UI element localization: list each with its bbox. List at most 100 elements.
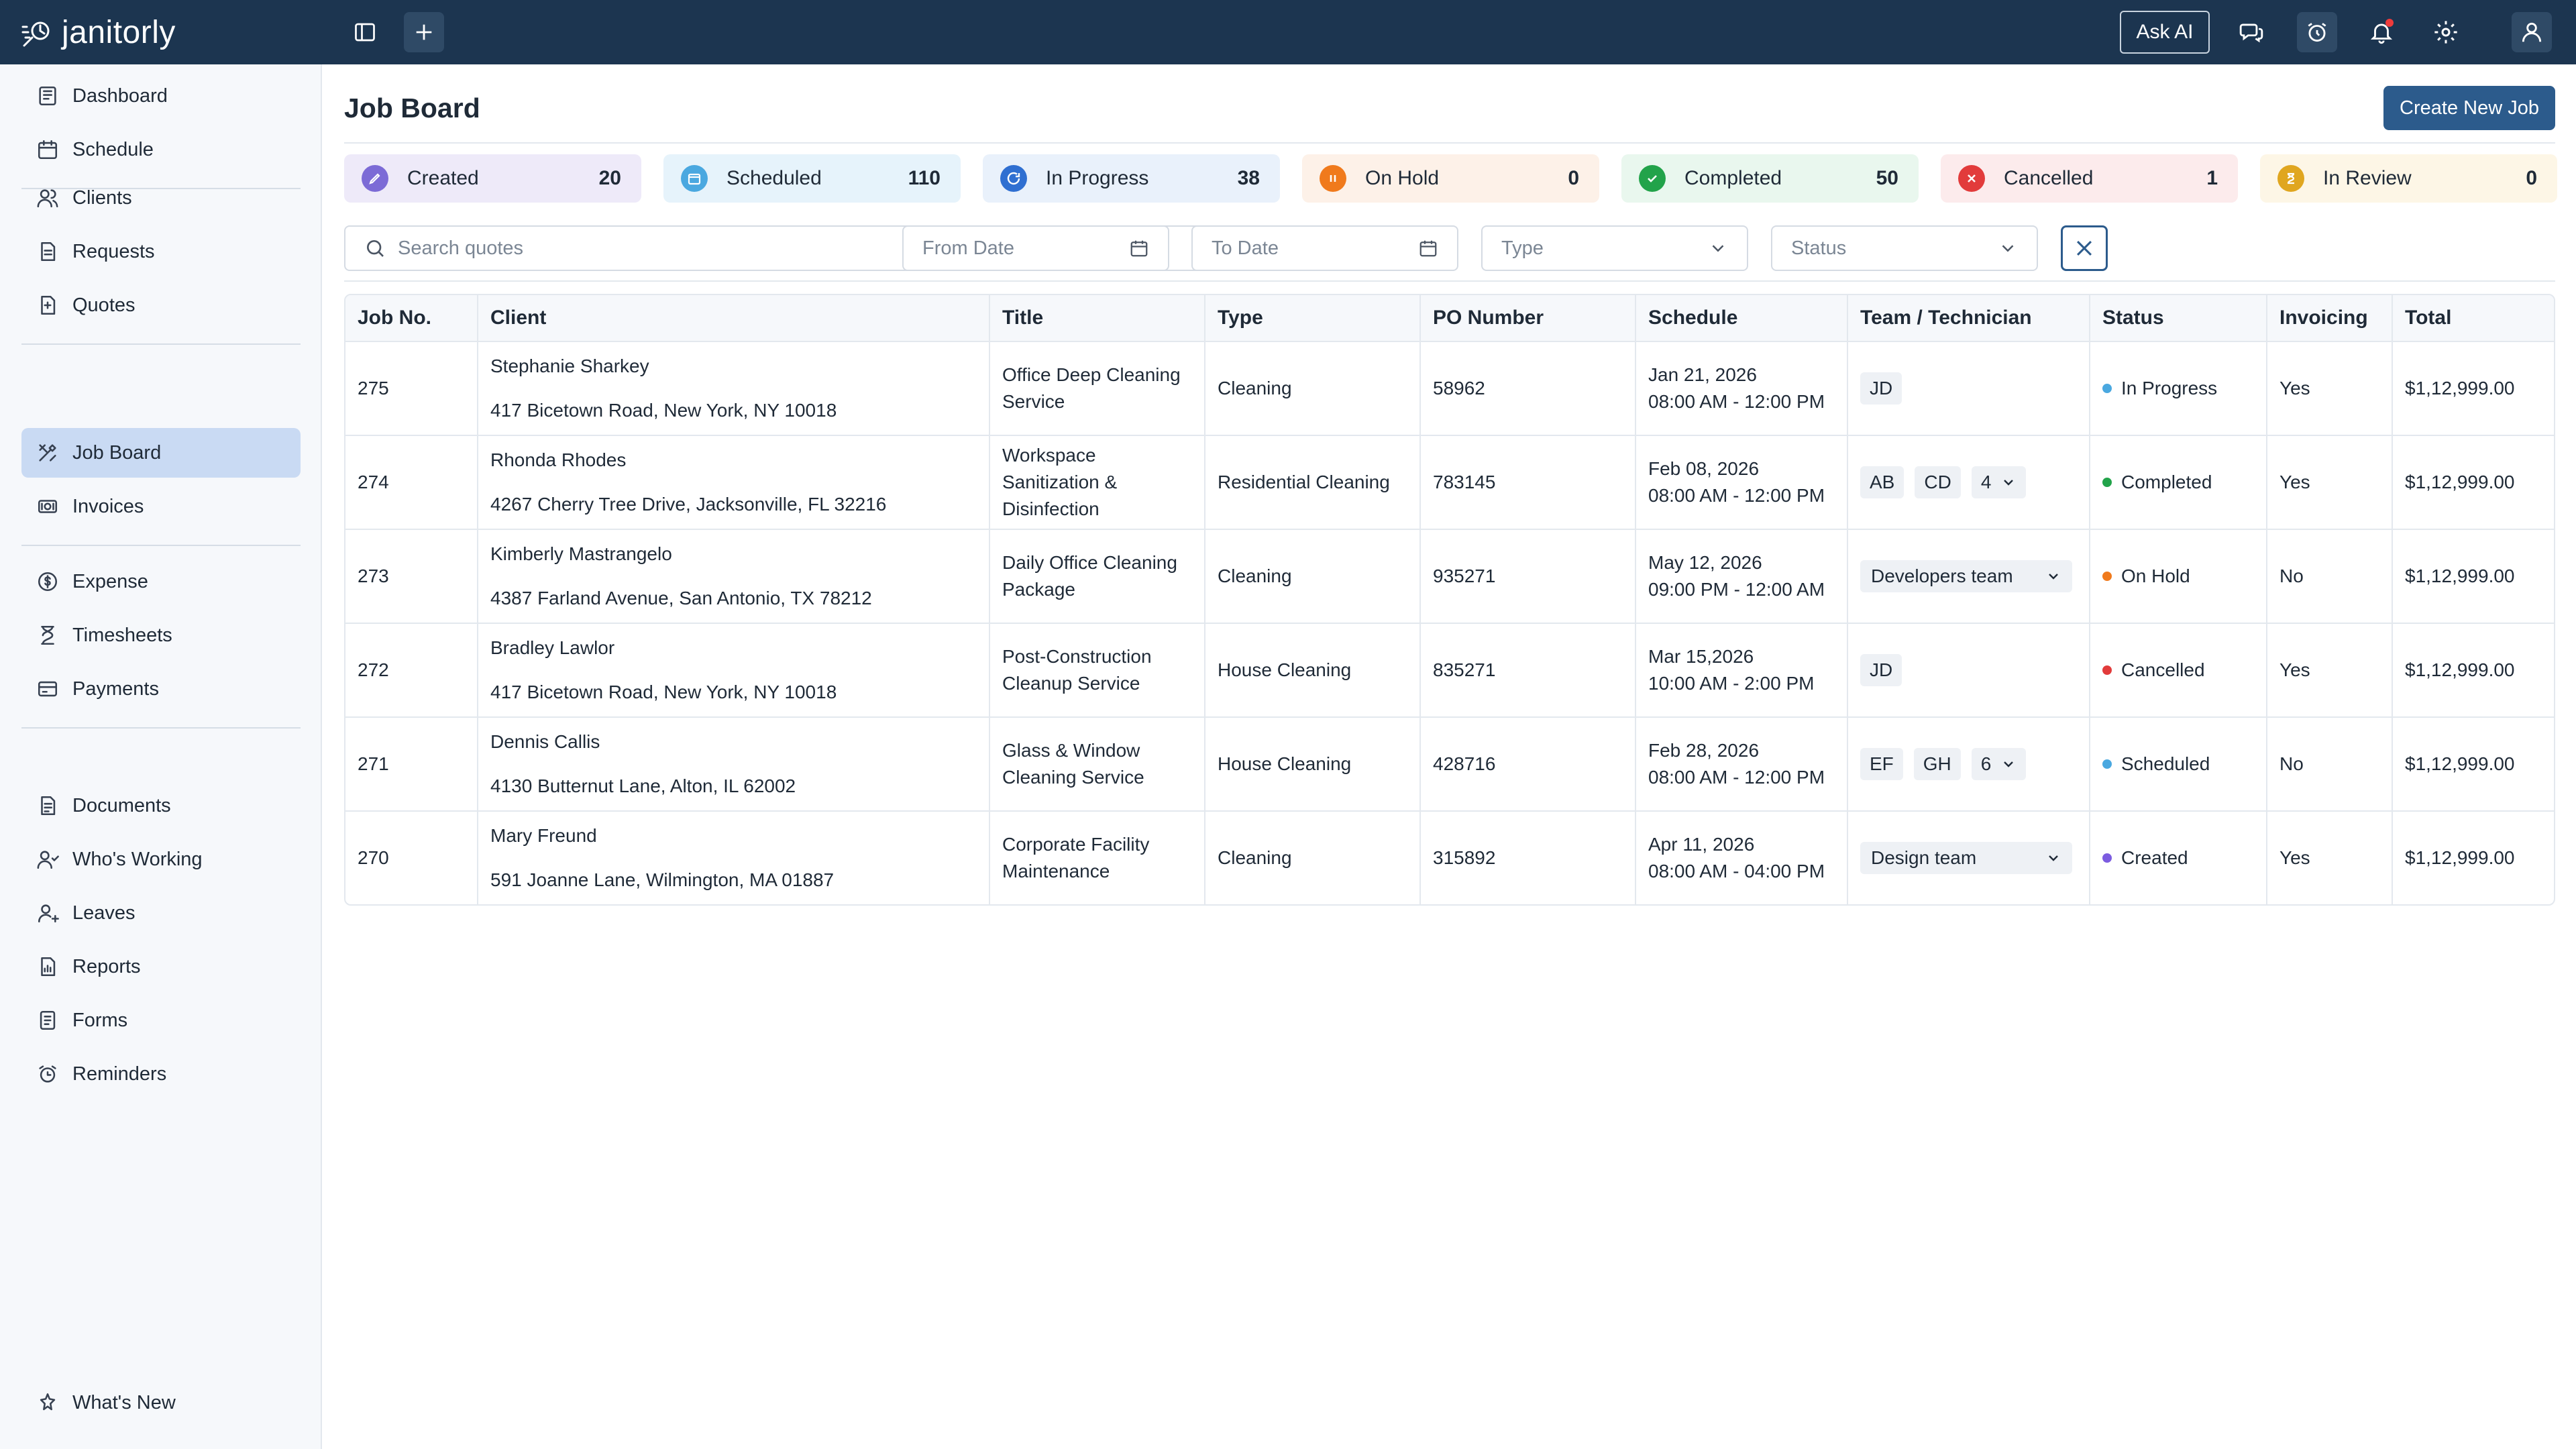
total-amount: $1,12,999.00 (2405, 378, 2515, 398)
invoicing-value: Yes (2279, 659, 2310, 680)
sidebar-item-dashboard[interactable]: Dashboard (21, 71, 301, 121)
sidebar-item-reminders[interactable]: Reminders (21, 1049, 301, 1099)
stat-card-on-hold[interactable]: On Hold 0 (1302, 154, 1599, 203)
team-icon (35, 847, 60, 872)
stat-card-created[interactable]: Created 20 (344, 154, 641, 203)
calendar-icon (35, 137, 60, 162)
table-row[interactable]: 273 Kimberly Mastrangelo 4387 Farland Aven… (345, 530, 2554, 624)
sidebar-item-reports[interactable]: Reports (21, 942, 301, 991)
stat-card-completed[interactable]: Completed 50 (1621, 154, 1919, 203)
invoicing-cell: Yes (2267, 812, 2393, 904)
more-technicians-dropdown[interactable]: 6 (1971, 748, 2027, 780)
title-cell: Daily Office Cleaning Package (990, 530, 1205, 623)
sidebar-item-requests[interactable]: Requests (21, 227, 301, 276)
technician-chip[interactable]: GH (1913, 748, 1961, 780)
stat-card-scheduled[interactable]: Scheduled 110 (663, 154, 961, 203)
sidebar-item-clients[interactable]: Clients (21, 173, 301, 223)
notifications-button[interactable] (2361, 12, 2402, 52)
technician-chip[interactable]: CD (1915, 466, 1961, 498)
sidebar-item-who-s-working[interactable]: Who's Working (21, 835, 301, 884)
stat-card-in-review[interactable]: In Review 0 (2260, 154, 2557, 203)
title-line: Sanitization & (1002, 472, 1118, 492)
stat-card-cancelled[interactable]: Cancelled 1 (1941, 154, 2238, 203)
ask-ai-button[interactable]: Ask AI (2120, 11, 2210, 54)
settings-button[interactable] (2426, 12, 2466, 52)
title-line: Service (1002, 391, 1065, 412)
sidebar-item-label: Timesheets (72, 624, 172, 646)
title-line: Disinfection (1002, 498, 1099, 519)
technician-chip[interactable]: EF (1860, 748, 1903, 780)
toggle-sidebar-button[interactable] (345, 12, 385, 52)
technician-chip[interactable]: JD (1860, 654, 1902, 686)
type-cell: Residential Cleaning (1205, 436, 1421, 529)
sidebar-panel-icon (355, 23, 375, 42)
client-address: 4130 Butternut Lane, Alton, IL 62002 (490, 775, 796, 796)
sidebar-item-schedule[interactable]: Schedule (21, 125, 301, 174)
sidebar-item-payments[interactable]: Payments (21, 664, 301, 714)
plus-icon (416, 24, 432, 40)
on-hold-status-icon (1320, 165, 1346, 192)
job-number-cell: 275 (345, 342, 478, 435)
top-bar: janitorly Ask AI (0, 0, 2576, 64)
schedule-time: 08:00 AM - 12:00 PM (1648, 391, 1825, 412)
job-number: 275 (358, 378, 389, 398)
chat-button[interactable] (2231, 12, 2271, 52)
technician-chip[interactable]: AB (1860, 466, 1904, 498)
job-number-cell: 274 (345, 436, 478, 529)
table-header: Job No. Client Title Type PO Number Schedule T… (345, 295, 2554, 342)
report-icon (35, 954, 60, 979)
sidebar-item-label: Requests (72, 240, 155, 262)
more-count: 4 (1980, 472, 1992, 492)
stat-card-in-progress[interactable]: In Progress 38 (983, 154, 1280, 203)
clear-filters-button[interactable] (2061, 225, 2108, 271)
table-row[interactable]: 271 Dennis Callis 4130 Butternut Lane, Alt… (345, 718, 2554, 812)
to-date-input[interactable]: To Date (1191, 225, 1458, 271)
form-icon (35, 1008, 60, 1033)
hourglass-icon (35, 623, 60, 648)
table-row[interactable]: 272 Bradley Lawlor 417 Bicetown Road, New … (345, 624, 2554, 718)
sidebar-item-job-board[interactable]: Job Board (21, 428, 301, 478)
sidebar-item-timesheets[interactable]: Timesheets (21, 610, 301, 660)
technician-chip[interactable]: JD (1860, 372, 1902, 405)
status-label: Created (2121, 847, 2188, 868)
title-cell: Corporate Facility Maintenance (990, 812, 1205, 904)
reminder-button[interactable] (2297, 12, 2337, 52)
table-row[interactable]: 275 Stephanie Sharkey 417 Bicetown Road, N… (345, 342, 2554, 436)
team-select[interactable]: Design team (1860, 842, 2072, 874)
sidebar-item-expense[interactable]: Expense (21, 557, 301, 606)
sidebar-item-documents[interactable]: Documents (21, 781, 301, 830)
schedule-cell: Apr 11, 2026 08:00 AM - 04:00 PM (1636, 812, 1848, 904)
title-line: Workspace (1002, 445, 1096, 466)
team-select[interactable]: Developers team (1860, 560, 2072, 592)
schedule-cell: Mar 15,2026 10:00 AM - 2:00 PM (1636, 624, 1848, 716)
table-row[interactable]: 270 Mary Freund 591 Joanne Lane, Wilmingto… (345, 812, 2554, 904)
sidebar-item-invoices[interactable]: Invoices (21, 482, 301, 531)
team-cell: AB CD 4 (1848, 436, 2090, 529)
po-number-cell: 58962 (1421, 342, 1636, 435)
sidebar-item-leaves[interactable]: Leaves (21, 888, 301, 938)
sidebar-item-whats-new[interactable]: What's New (21, 1378, 301, 1428)
type-cell: House Cleaning (1205, 718, 1421, 810)
profile-button[interactable] (2512, 12, 2552, 52)
sparkle-icon (35, 1390, 60, 1415)
janitorly-logo-icon (20, 13, 58, 51)
logo[interactable]: janitorly (20, 12, 176, 52)
sidebar-item-quotes[interactable]: Quotes (21, 280, 301, 330)
from-date-input[interactable]: From Date (902, 225, 1169, 271)
more-technicians-dropdown[interactable]: 4 (1971, 466, 2027, 498)
in-review-status-icon (2277, 165, 2304, 192)
type-select[interactable]: Type (1481, 225, 1748, 271)
table-row[interactable]: 274 Rhonda Rhodes 4267 Cherry Tree Drive, … (345, 436, 2554, 530)
add-button[interactable] (404, 12, 444, 52)
status-label: Cancelled (2121, 659, 2205, 680)
status-select[interactable]: Status (1771, 225, 2038, 271)
team-cell: JD (1848, 342, 2090, 435)
invoicing-value: No (2279, 566, 2304, 586)
sidebar-item-forms[interactable]: Forms (21, 996, 301, 1045)
invoicing-value: Yes (2279, 847, 2310, 868)
total-amount: $1,12,999.00 (2405, 472, 2515, 492)
create-new-job-button[interactable]: Create New Job (2383, 86, 2555, 130)
status-label: Completed (2121, 472, 2212, 492)
invoicing-cell: No (2267, 530, 2393, 623)
po-number: 428716 (1433, 753, 1496, 774)
